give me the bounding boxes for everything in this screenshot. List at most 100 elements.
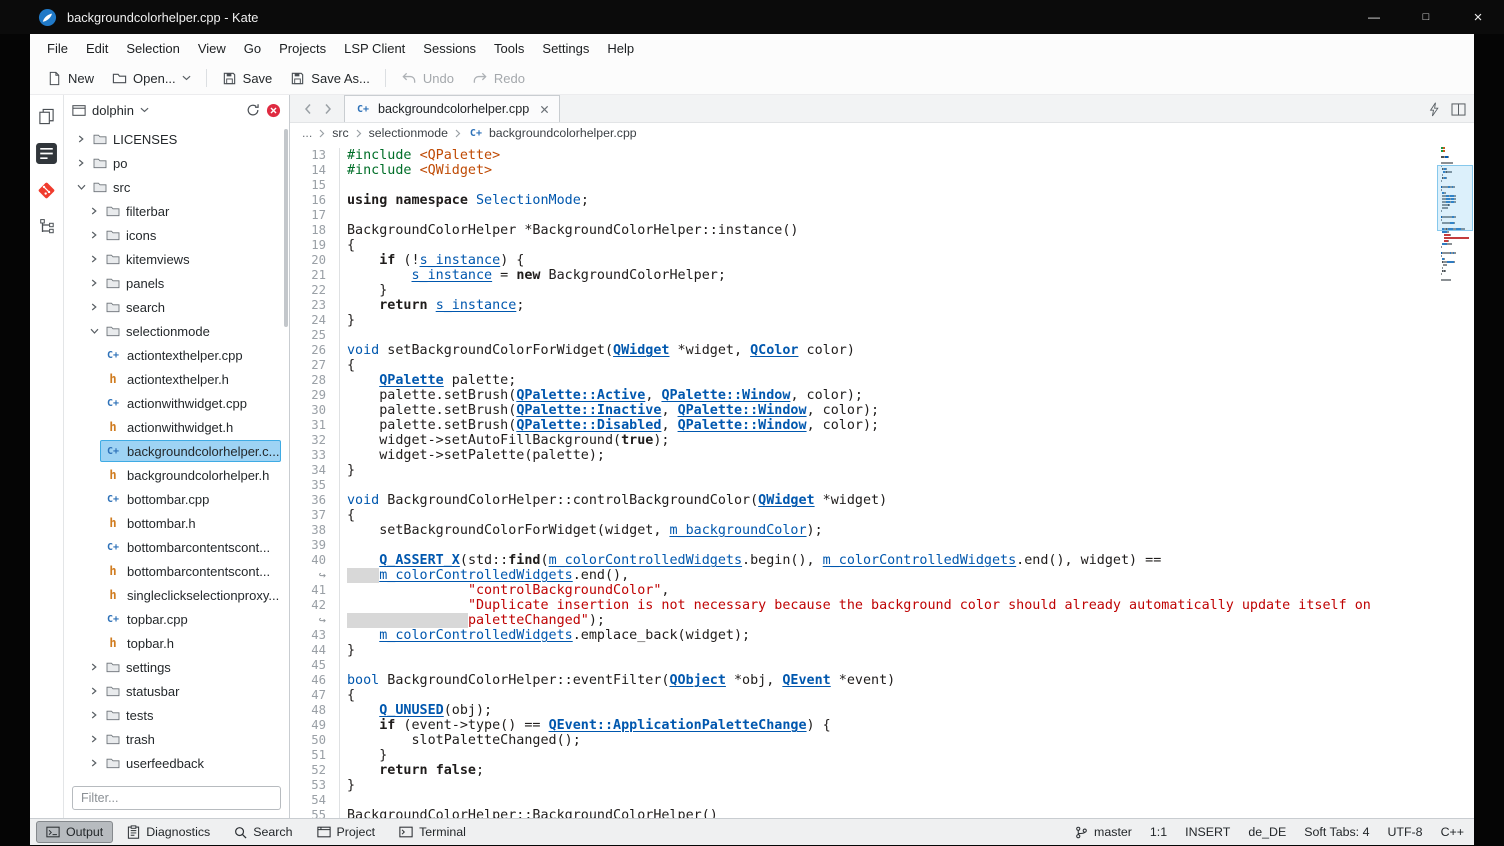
chevron-down-icon[interactable]: [140, 107, 149, 113]
menu-view[interactable]: View: [189, 37, 235, 60]
code-line-20[interactable]: 20 if (!s_instance) {: [290, 253, 1436, 268]
code-line-26[interactable]: 26void setBackgroundColorForWidget(QWidg…: [290, 343, 1436, 358]
tree-item-bottombarcontentscont[interactable]: C+bottombarcontentscont...: [64, 535, 289, 559]
code-line-46[interactable]: 46bool BackgroundColorHelper::eventFilte…: [290, 673, 1436, 688]
chevron-right-icon[interactable]: [87, 711, 101, 719]
save-button[interactable]: Save: [213, 66, 282, 91]
breadcrumb-item-src[interactable]: src: [332, 126, 348, 140]
code-line-15[interactable]: 15: [290, 178, 1436, 193]
history-back-button[interactable]: [298, 95, 318, 122]
menu-projects[interactable]: Projects: [270, 37, 335, 60]
code-line-22[interactable]: 22 }: [290, 283, 1436, 298]
menu-tools[interactable]: Tools: [485, 37, 533, 60]
tab-close-icon[interactable]: [540, 105, 549, 114]
new-button[interactable]: New: [38, 66, 103, 91]
code-line-43[interactable]: 43 m_colorControlledWidgets.emplace_back…: [290, 628, 1436, 643]
undo-button[interactable]: Undo: [392, 66, 463, 91]
code-line-50[interactable]: 50 slotPaletteChanged();: [290, 733, 1436, 748]
code-line-47[interactable]: 47{: [290, 688, 1436, 703]
status-dictionary[interactable]: de_DE: [1248, 825, 1286, 839]
code-line-36[interactable]: 36void BackgroundColorHelper::controlBac…: [290, 493, 1436, 508]
tree-item-bottombarcontentscont[interactable]: hbottombarcontentscont...: [64, 559, 289, 583]
code-line-28[interactable]: 28 QPalette palette;: [290, 373, 1436, 388]
tree-item-bottombar-cpp[interactable]: C+bottombar.cpp: [64, 487, 289, 511]
tree-item-actiontexthelper-h[interactable]: hactiontexthelper.h: [64, 367, 289, 391]
tree-item-actiontexthelper-cpp[interactable]: C+actiontexthelper.cpp: [64, 343, 289, 367]
status-output-button[interactable]: Output: [36, 821, 113, 843]
chevron-right-icon[interactable]: [74, 135, 88, 143]
status-tab-settings[interactable]: Soft Tabs: 4: [1304, 825, 1369, 839]
tree-item-filterbar[interactable]: filterbar: [64, 199, 289, 223]
chevron-right-icon[interactable]: [74, 159, 88, 167]
code-line-53[interactable]: 53}: [290, 778, 1436, 793]
menu-go[interactable]: Go: [235, 37, 270, 60]
code-line-39[interactable]: 39: [290, 538, 1436, 553]
tree-item-actionwithwidget-cpp[interactable]: C+actionwithwidget.cpp: [64, 391, 289, 415]
sidebar-tool-project-panel[interactable]: [34, 140, 60, 166]
chevron-right-icon[interactable]: [87, 231, 101, 239]
open-button[interactable]: Open...: [103, 66, 200, 91]
save-as-button[interactable]: Save As...: [281, 66, 379, 91]
breadcrumb-collapsed[interactable]: ...: [302, 126, 312, 140]
split-view-icon[interactable]: [1451, 103, 1466, 116]
code-line-42[interactable]: 42 "Duplicate insertion is not necessary…: [290, 598, 1436, 613]
chevron-right-icon[interactable]: [87, 207, 101, 215]
minimap-scrollbar[interactable]: [1436, 143, 1474, 818]
code-line-44[interactable]: 44}: [290, 643, 1436, 658]
tree-item-kitemviews[interactable]: kitemviews: [64, 247, 289, 271]
sidebar-tool-documents[interactable]: [34, 103, 60, 129]
tree-item-userfeedback[interactable]: userfeedback: [64, 751, 289, 775]
tree-item-icons[interactable]: icons: [64, 223, 289, 247]
status-git-branch[interactable]: master: [1075, 825, 1132, 839]
menu-selection[interactable]: Selection: [117, 37, 188, 60]
code-line-31[interactable]: 31 palette.setBrush(QPalette::Disabled, …: [290, 418, 1436, 433]
code-line-40[interactable]: 40 Q_ASSERT_X(std::find(m_colorControlle…: [290, 553, 1436, 568]
menu-edit[interactable]: Edit: [77, 37, 117, 60]
code-line-29[interactable]: 29 palette.setBrush(QPalette::Active, QP…: [290, 388, 1436, 403]
tree-item-licenses[interactable]: LICENSES: [64, 127, 289, 151]
menu-settings[interactable]: Settings: [533, 37, 598, 60]
tree-item-settings[interactable]: settings: [64, 655, 289, 679]
code-line-27[interactable]: 27{: [290, 358, 1436, 373]
minimize-button[interactable]: —: [1348, 0, 1400, 34]
code-view[interactable]: 13#include <QPalette>14#include <QWidget…: [290, 143, 1474, 818]
code-line-38[interactable]: 38 setBackgroundColorForWidget(widget, m…: [290, 523, 1436, 538]
project-selector[interactable]: dolphin: [92, 103, 134, 118]
close-button[interactable]: ×: [1452, 0, 1504, 34]
code-line-55[interactable]: 55BackgroundColorHelper::BackgroundColor…: [290, 808, 1436, 818]
code-line-45[interactable]: 45: [290, 658, 1436, 673]
tree-scrollbar[interactable]: [284, 129, 288, 327]
code-line-34[interactable]: 34}: [290, 463, 1436, 478]
status-syntax-mode[interactable]: C++: [1441, 825, 1464, 839]
chevron-down-icon[interactable]: [74, 183, 88, 191]
code-line-48[interactable]: 48 Q_UNUSED(obj);: [290, 703, 1436, 718]
code-line-35[interactable]: 35: [290, 478, 1436, 493]
sidebar-tool-symbols[interactable]: [34, 214, 60, 240]
code-line-14[interactable]: 14#include <QWidget>: [290, 163, 1436, 178]
code-line-23[interactable]: 23 return s_instance;: [290, 298, 1436, 313]
code-line-wrap[interactable]: ↪ paletteChanged");: [290, 613, 1436, 628]
status-cursor-position[interactable]: 1:1: [1150, 825, 1167, 839]
code-line-13[interactable]: 13#include <QPalette>: [290, 148, 1436, 163]
close-project-button[interactable]: [266, 103, 281, 118]
code-line-49[interactable]: 49 if (event->type() == QEvent::Applicat…: [290, 718, 1436, 733]
code-line-37[interactable]: 37{: [290, 508, 1436, 523]
tree-item-search[interactable]: search: [64, 295, 289, 319]
chevron-down-icon[interactable]: [182, 75, 191, 81]
chevron-down-icon[interactable]: [87, 327, 101, 335]
chevron-right-icon[interactable]: [87, 687, 101, 695]
quick-open-icon[interactable]: [1429, 102, 1439, 117]
code-line-41[interactable]: 41 "controlBackgroundColor",: [290, 583, 1436, 598]
tree-item-panels[interactable]: panels: [64, 271, 289, 295]
tree-item-po[interactable]: po: [64, 151, 289, 175]
code-line-24[interactable]: 24}: [290, 313, 1436, 328]
tree-item-singleclickselectionproxy[interactable]: hsingleclickselectionproxy...: [64, 583, 289, 607]
tree-item-statusbar[interactable]: statusbar: [64, 679, 289, 703]
code-line-25[interactable]: 25: [290, 328, 1436, 343]
tree-item-backgroundcolorhelper-h[interactable]: hbackgroundcolorhelper.h: [64, 463, 289, 487]
code-line-19[interactable]: 19{: [290, 238, 1436, 253]
code-line-17[interactable]: 17: [290, 208, 1436, 223]
code-line-21[interactable]: 21 s_instance = new BackgroundColorHelpe…: [290, 268, 1436, 283]
chevron-right-icon[interactable]: [87, 663, 101, 671]
chevron-right-icon[interactable]: [87, 303, 101, 311]
